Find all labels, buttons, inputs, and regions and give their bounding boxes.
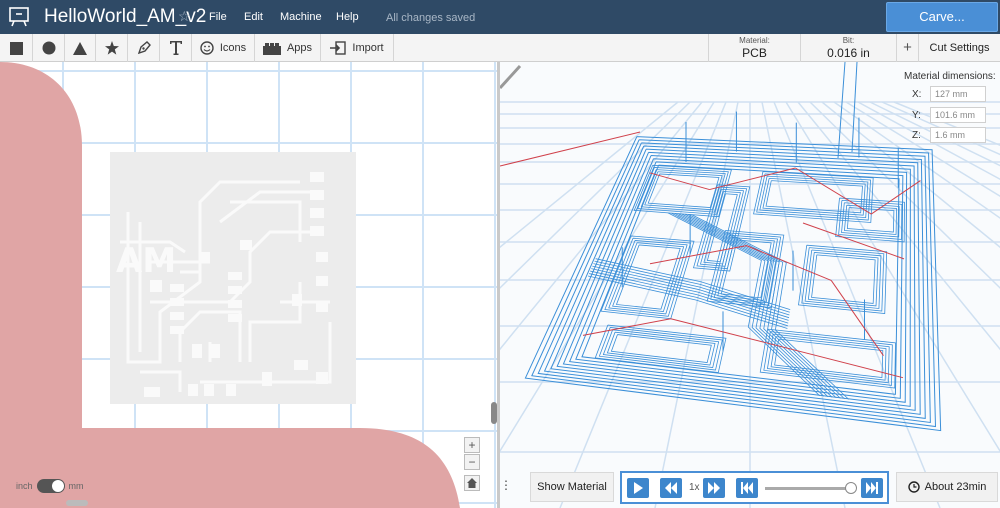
blocks-icon [262,43,281,55]
play-button[interactable] [627,478,649,498]
star-icon [104,41,119,55]
home-view-button[interactable] [464,475,480,491]
rewind-button[interactable] [660,478,682,498]
unit-inch-label: inch [16,481,33,491]
zoom-out-button[interactable]: − [464,454,480,470]
time-estimate: About 23min [896,472,998,502]
canvas-drawing: AM [0,62,460,508]
bit-caption: Bit: [842,36,855,45]
menu-edit[interactable]: Edit [244,11,263,23]
star-tool-button[interactable] [96,34,128,62]
menu-machine[interactable]: Machine [280,11,322,23]
bit-selector[interactable]: Bit: 0.016 in [800,34,896,62]
pen-tool-button[interactable] [128,34,160,62]
material-dimensions-title: Material dimensions: [904,71,996,82]
dimension-z-input[interactable]: 1.6 mm [930,127,986,143]
dimension-z-row: Z: 1.6 mm [912,127,986,143]
skip-end-icon [866,482,878,494]
save-status: All changes saved [386,12,476,24]
progress-slider-handle[interactable] [845,482,857,494]
pcb-design[interactable]: AM [110,152,356,404]
pen-icon [137,41,151,55]
smiley-icon [200,41,214,55]
circle-icon [42,41,55,55]
triangle-icon [73,41,87,55]
unit-mm-label: mm [68,481,84,491]
app-header: HelloWorld_AM_v2 ☆ File Edit Machine Hel… [0,0,1000,34]
fast-forward-icon [708,482,720,494]
add-bit-button[interactable]: + [896,34,918,62]
menu-file[interactable]: File [209,11,227,23]
apps-label: Apps [286,42,313,54]
machine-icon[interactable] [8,6,30,28]
design-canvas[interactable]: AM [0,62,497,508]
toolbar: Icons Apps Import Material: PCB Bit: 0.0… [0,34,1000,62]
more-options-icon[interactable]: ⋮ [499,478,513,498]
import-button[interactable]: Import [321,34,394,62]
design-text-am: AM [116,241,176,281]
import-label: Import [352,42,384,54]
apps-button[interactable]: Apps [255,34,321,62]
skip-to-start-button[interactable] [736,478,758,498]
cut-settings-button[interactable]: Cut Settings [918,34,1000,62]
clock-icon [907,481,920,493]
simulation-player: 1x [620,471,889,504]
home-icon [467,478,477,488]
circle-tool-button[interactable] [33,34,65,62]
dimension-x-row: X: 127 mm [912,86,986,102]
icons-button[interactable]: Icons [192,34,255,62]
material-selector[interactable]: Material: PCB [708,34,800,62]
carve-button[interactable]: Carve... [886,2,998,32]
progress-slider[interactable] [765,487,851,490]
triangle-tool-button[interactable] [65,34,96,62]
unit-switch[interactable] [36,479,65,493]
canvas-horizontal-scrollbar[interactable] [66,500,88,506]
play-icon [634,482,643,494]
material-caption: Material: [739,36,770,45]
machine-bit-line [500,64,522,90]
material-value: PCB [742,46,767,60]
zoom-in-button[interactable]: + [464,437,480,453]
text-icon [169,41,182,55]
dimension-y-label: Y: [912,109,921,121]
show-material-button[interactable]: Show Material [530,472,614,502]
playback-speed[interactable]: 1x [689,482,700,493]
time-estimate-label: About 23min [924,481,987,493]
dimension-y-row: Y: 101.6 mm [912,107,986,123]
square-icon [9,41,23,55]
text-tool-button[interactable] [160,34,192,62]
skip-start-icon [741,482,753,494]
icons-label: Icons [219,42,247,54]
rewind-icon [665,482,677,494]
import-icon [330,41,347,55]
dimension-z-label: Z: [912,129,921,141]
dimension-x-input[interactable]: 127 mm [930,86,986,102]
unit-toggle[interactable]: inch mm [16,479,84,493]
fast-forward-button[interactable] [703,478,725,498]
bit-value: 0.016 in [827,46,870,60]
menu-help[interactable]: Help [336,11,359,23]
square-tool-button[interactable] [0,34,33,62]
dimension-x-label: X: [912,88,922,100]
dimension-y-input[interactable]: 101.6 mm [930,107,986,123]
skip-to-end-button[interactable] [861,478,883,498]
favorite-star-icon[interactable]: ☆ [178,8,191,25]
